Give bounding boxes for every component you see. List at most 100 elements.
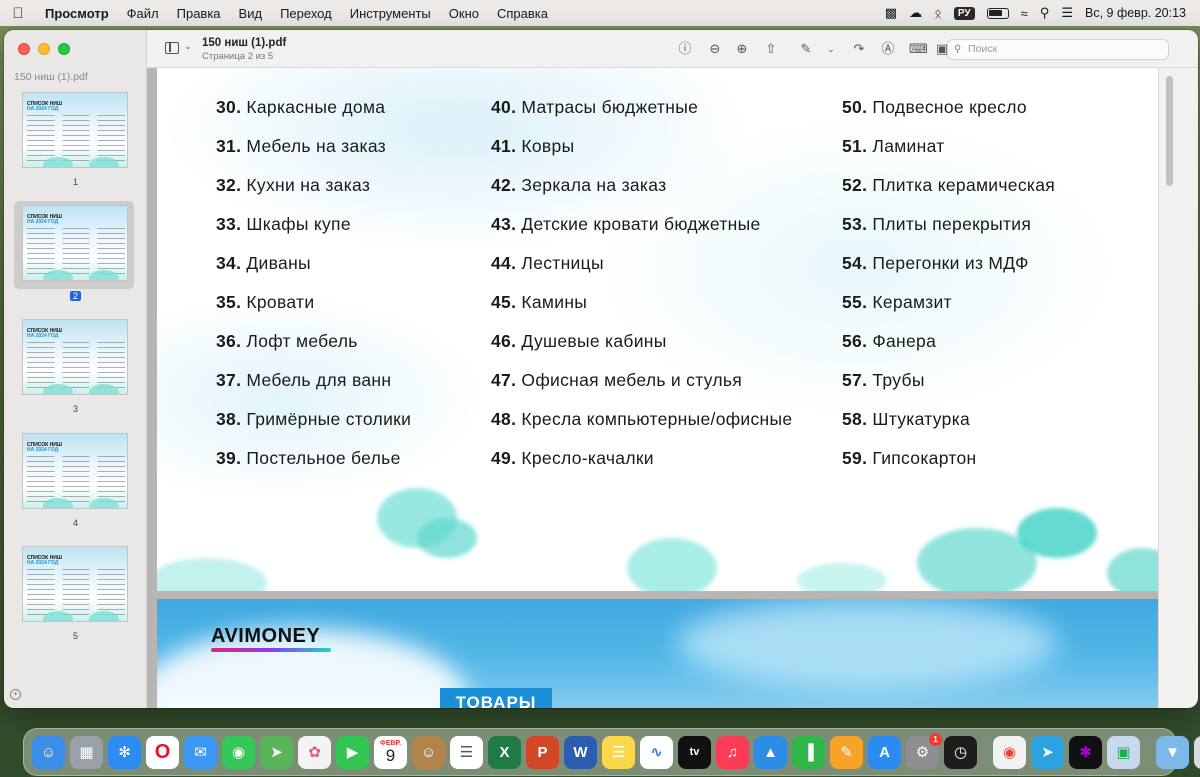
numbers-icon[interactable]: ▐ [792, 735, 825, 769]
wifi-icon[interactable]: ≈ [1021, 6, 1028, 21]
search-input[interactable]: ⚲ Поиск [947, 39, 1169, 60]
downloads-folder-icon[interactable]: ▼ [1156, 735, 1189, 769]
preview-icon[interactable]: ▣ [1107, 735, 1140, 769]
info-icon[interactable]: ⓘ [676, 40, 694, 58]
pdf-page-3-preview: AVIMONEY ТОВАРЫ [157, 599, 1168, 708]
menu-go[interactable]: Переход [271, 6, 341, 21]
tray-app-icon[interactable]: ▩ [885, 5, 897, 21]
search-placeholder: Поиск [968, 43, 998, 55]
telegram-icon[interactable]: ➤ [1031, 735, 1064, 769]
document-view[interactable]: 30. Каркасные дома 31. Мебель на заказ 3… [147, 68, 1178, 708]
niche-column-2: 40. Матрасы бюджетные 41. Ковры 42. Зерк… [491, 88, 792, 478]
opera-icon[interactable]: O [146, 735, 179, 769]
maps-icon[interactable]: ➤ [260, 735, 293, 769]
messages-icon[interactable]: ◉ [222, 735, 255, 769]
list-item: 54. Перегонки из МДФ [842, 253, 1029, 273]
cloud-status-icon[interactable]: ☁ [909, 5, 922, 21]
annotate-icon[interactable]: Ⓐ [879, 40, 897, 58]
list-item: 34. Диваны [216, 253, 311, 273]
list-item: 45. Камины [491, 292, 588, 312]
menu-file[interactable]: Файл [118, 6, 168, 21]
safari-icon[interactable]: ✻ [108, 735, 141, 769]
zoom-in-icon[interactable]: ⊕ [733, 40, 751, 58]
activity-monitor-icon[interactable]: ◷ [944, 735, 977, 769]
mail-icon[interactable]: ✉ [184, 735, 217, 769]
sidebar-toggle-icon[interactable] [165, 42, 179, 54]
list-item: 30. Каркасные дома [216, 97, 386, 117]
reminders-icon[interactable]: ☰ [450, 735, 483, 769]
close-window-button[interactable] [18, 43, 30, 55]
list-item: 42. Зеркала на заказ [491, 175, 667, 195]
signature-icon[interactable]: ⌨ [909, 40, 928, 58]
menu-edit[interactable]: Правка [168, 6, 230, 21]
battery-icon[interactable] [986, 7, 1009, 19]
logo-underline [211, 648, 331, 652]
markup-pen-icon[interactable]: ✎ [797, 40, 815, 58]
zoom-out-icon[interactable]: ⊖ [706, 40, 724, 58]
pdf-page-2: 30. Каркасные дома 31. Мебель на заказ 3… [157, 68, 1168, 591]
facetime-icon[interactable]: ▶ [336, 735, 369, 769]
menu-window[interactable]: Окно [440, 6, 488, 21]
niche-column-3: 50. Подвесное кресло 51. Ламинат 52. Пли… [842, 88, 1055, 478]
word-icon[interactable]: W [564, 735, 597, 769]
music-icon[interactable]: ♫ [716, 735, 749, 769]
keyboard-layout-badge[interactable]: РУ [953, 6, 975, 20]
perplexity-icon[interactable]: ✱ [1069, 735, 1102, 769]
thumbnail-image: СПИСОК НИШ НА 2024 ГОД [22, 433, 128, 509]
vertical-scrollbar[interactable] [1158, 68, 1178, 708]
page-thumbnail-5[interactable]: СПИСОК НИШ НА 2024 ГОД [14, 542, 134, 630]
system-settings-icon[interactable]: ⚙ 1 [906, 732, 942, 769]
apple-tv-icon[interactable]: tv [678, 735, 711, 769]
powerpoint-icon[interactable]: P [526, 735, 559, 769]
page-thumbnail-3[interactable]: СПИСОК НИШ НА 2024 ГОД [14, 315, 134, 403]
pages-icon[interactable]: ✎ [830, 735, 863, 769]
control-center-icon[interactable]: ☰ [1061, 5, 1073, 21]
share-icon[interactable]: ⇧ [762, 40, 780, 58]
rotate-icon[interactable]: ↷ [850, 40, 868, 58]
scrollbar-thumb[interactable] [1166, 76, 1173, 186]
keynote-icon[interactable]: ▲ [754, 735, 787, 769]
list-item: 32. Кухни на заказ [216, 175, 371, 195]
apple-menu-icon[interactable]:  [0, 5, 36, 22]
page-number-label: 3 [72, 404, 78, 414]
page-thumbnail-4[interactable]: СПИСОК НИШ НА 2024 ГОД [14, 429, 134, 517]
zoom-window-button[interactable] [58, 43, 70, 55]
page-thumbnail-2[interactable]: СПИСОК НИШ НА 2024 ГОД [14, 201, 134, 289]
spotlight-search-icon[interactable]: ⚲ [1040, 5, 1050, 21]
page-number-label-selected: 2 [4, 291, 147, 301]
calendar-icon[interactable]: ФЕВР. 9 [374, 735, 407, 769]
menubar-clock[interactable]: Вс, 9 февр. 20:13 [1085, 6, 1186, 20]
list-item: 53. Плиты перекрытия [842, 214, 1032, 234]
list-item: 56. Фанера [842, 331, 937, 351]
add-page-icon[interactable]: + [10, 689, 21, 700]
excel-icon[interactable]: X [488, 735, 521, 769]
menu-view[interactable]: Вид [230, 6, 272, 21]
calendar-day: 9 [385, 746, 396, 765]
photos-icon[interactable]: ✿ [298, 735, 331, 769]
menu-tools[interactable]: Инструменты [341, 6, 440, 21]
bluetooth-icon[interactable]: ᛟ [934, 6, 942, 21]
chrome-icon[interactable]: ◉ [993, 735, 1026, 769]
launchpad-icon[interactable]: ▦ [70, 735, 103, 769]
menu-help[interactable]: Справка [488, 6, 557, 21]
menubar:  Просмотр Файл Правка Вид Переход Инстр… [0, 0, 1200, 26]
notes-icon[interactable]: ☰ [602, 735, 635, 769]
freeform-icon[interactable]: ∿ [640, 735, 673, 769]
page-indicator: Страница 2 из 5 [202, 51, 274, 62]
chevron-down-icon[interactable]: ⌄ [822, 40, 840, 58]
contacts-icon[interactable]: ☺ [412, 735, 445, 769]
thumbnail-image: СПИСОК НИШ НА 2024 ГОД [22, 205, 128, 281]
minimize-window-button[interactable] [38, 43, 50, 55]
list-item: 49. Кресло-качалки [491, 448, 654, 468]
list-item: 33. Шкафы купе [216, 214, 351, 234]
list-item: 50. Подвесное кресло [842, 97, 1027, 117]
trash-icon[interactable]: ⌫ [1194, 735, 1200, 769]
list-item: 55. Керамзит [842, 292, 952, 312]
chevron-down-icon[interactable]: ⌄ [184, 41, 192, 52]
list-item: 40. Матрасы бюджетные [491, 97, 699, 117]
app-store-icon[interactable]: A [868, 735, 901, 769]
page-thumbnail-1[interactable]: СПИСОК НИШ НА 2024 ГОД [14, 88, 134, 176]
menu-app-name[interactable]: Просмотр [36, 6, 118, 21]
niche-column-1: 30. Каркасные дома 31. Мебель на заказ 3… [216, 88, 411, 478]
finder-icon[interactable]: ☺ [32, 735, 65, 769]
